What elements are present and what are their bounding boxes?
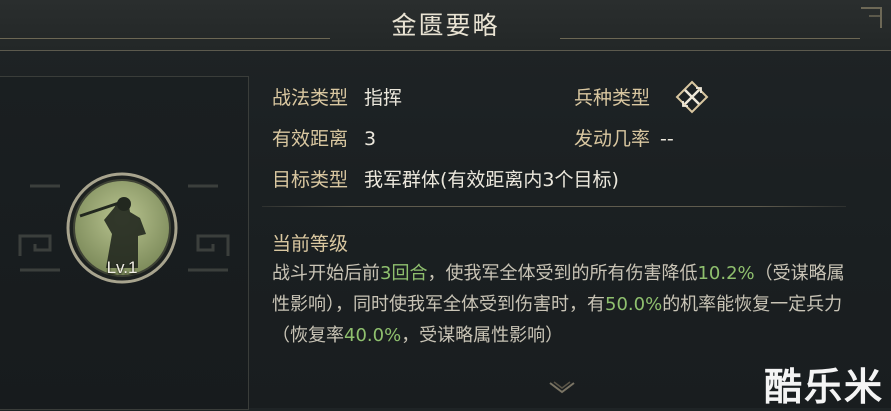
chevron-down-icon[interactable] [548, 380, 576, 396]
section-divider [262, 206, 846, 207]
troop-type-label: 兵种类型 [574, 87, 651, 109]
range-value: 3 [364, 128, 377, 150]
tactic-type-value: 指挥 [364, 87, 403, 109]
title-bar: 金匮要略 [0, 0, 891, 51]
desc-highlight-damage-reduction: 10.2% [697, 263, 755, 284]
trigger-rate-row: 发动几率 -- [574, 126, 674, 152]
crossed-weapons-icon [675, 80, 709, 114]
desc-text-2: ，使我军全体受到的所有伤害降低 [427, 263, 698, 284]
trigger-rate-value: -- [660, 128, 674, 150]
target-label: 目标类型 [272, 169, 349, 191]
desc-text-5: ，受谋略属性影响） [401, 325, 564, 346]
corner-ornament-icon [861, 7, 882, 28]
range-label: 有效距离 [272, 128, 349, 150]
trigger-rate-label: 发动几率 [574, 128, 651, 150]
tactic-type-label: 战法类型 [272, 87, 349, 109]
target-value: 我军群体(有效距离内3个目标) [364, 169, 619, 191]
skill-level: Lv.1 [106, 258, 138, 277]
range-row: 有效距离 3 [272, 126, 376, 152]
desc-highlight-rounds: 3回合 [380, 263, 428, 284]
watermark: 酷乐米 [764, 365, 885, 409]
target-row: 目标类型 我军群体(有效距离内3个目标) [272, 167, 619, 193]
desc-highlight-chance: 50.0% [605, 294, 663, 315]
desc-text-1: 战斗开始后前 [272, 263, 380, 284]
current-level-heading: 当前等级 [272, 233, 349, 255]
troop-type-row: 兵种类型 [574, 85, 650, 111]
tactic-type-row: 战法类型 指挥 [272, 85, 402, 111]
desc-highlight-recovery-rate: 40.0% [344, 325, 402, 346]
effect-description: 战斗开始后前3回合，使我军全体受到的所有伤害降低10.2%（受谋略属性影响），同… [272, 258, 847, 351]
tactic-title: 金匮要略 [391, 11, 500, 40]
